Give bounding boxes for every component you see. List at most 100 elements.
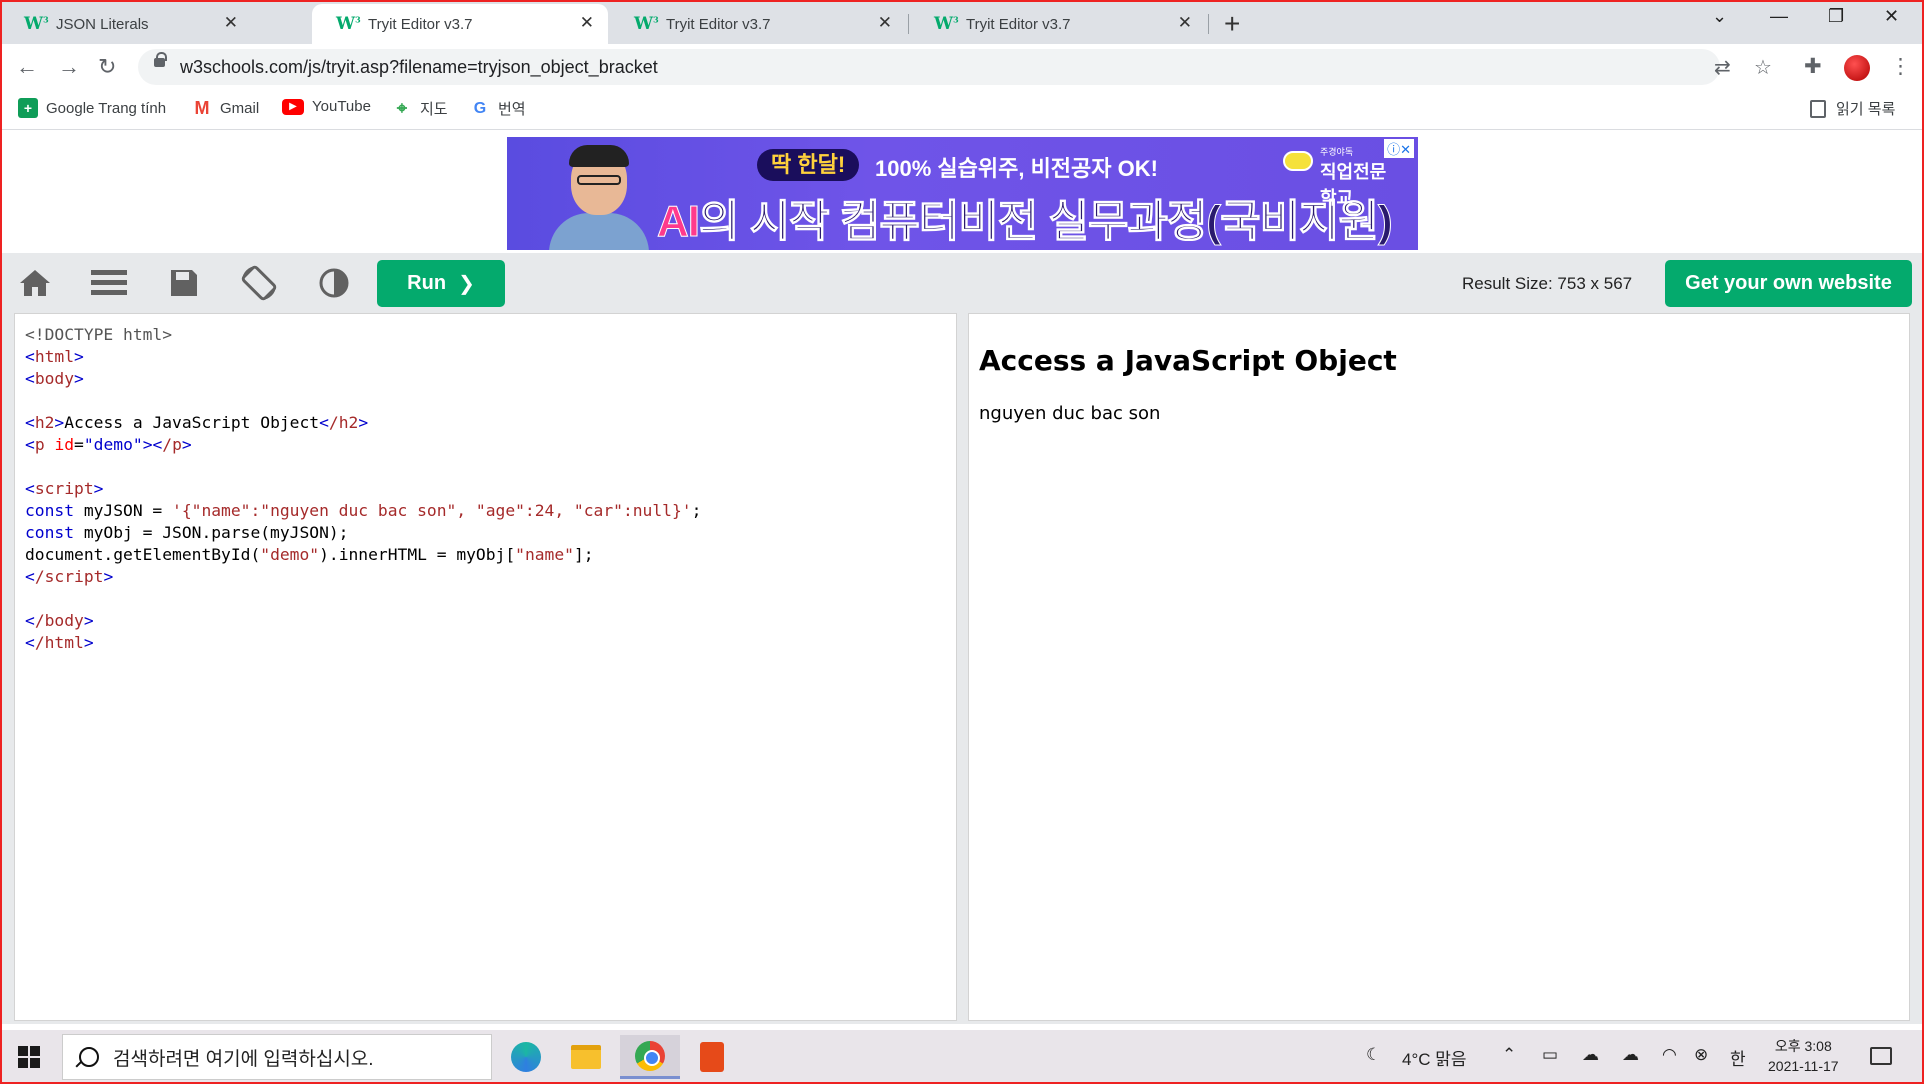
rotate-layout-icon[interactable] (239, 263, 279, 303)
chevron-up-icon[interactable]: ⌃ (1502, 1045, 1516, 1065)
get-own-website-button[interactable]: Get your own website (1665, 260, 1912, 307)
save-icon[interactable] (164, 263, 204, 303)
ad-banner[interactable]: 딱 한달! 100% 실습위주, 비전공자 OK! AI의 시작 컴퓨터비전 실… (507, 137, 1418, 250)
tab-tryit-2[interactable]: W3 Tryit Editor v3.7 ✕ (610, 4, 906, 44)
folder-icon (571, 1045, 601, 1069)
code-line: const myObj = JSON.parse(myJSON); (25, 523, 349, 542)
theme-contrast-icon[interactable] (314, 263, 354, 303)
translate-page-icon[interactable]: ⇄ (1714, 55, 1731, 80)
home-icon[interactable] (15, 263, 55, 303)
tab-separator (908, 14, 909, 34)
taskbar-search[interactable]: 검색하려면 여기에 입력하십시오. (62, 1034, 492, 1080)
window-close-icon[interactable]: ✕ (1884, 6, 1899, 27)
ad-area: 딱 한달! 100% 실습위주, 비전공자 OK! AI의 시작 컴퓨터비전 실… (0, 131, 1924, 253)
taskbar-edge[interactable] (496, 1035, 556, 1079)
minimize-icon[interactable]: — (1770, 6, 1788, 27)
w3schools-icon: W3 (336, 14, 361, 34)
close-icon[interactable]: ✕ (580, 13, 594, 33)
notification-icon[interactable] (1870, 1047, 1892, 1065)
bookmark-label: 지도 (420, 101, 448, 118)
code-line: document.getElementById("demo").innerHTM… (25, 545, 594, 564)
tab-title: Tryit Editor v3.7 (966, 15, 1071, 33)
code-line: <h2>Access a JavaScript Object</h2> (25, 413, 369, 432)
ad-person-image (549, 145, 649, 250)
menu-icon[interactable] (89, 263, 129, 303)
taskbar-file-explorer[interactable] (556, 1035, 616, 1079)
translate-icon: G (473, 99, 487, 117)
sheets-icon: + (18, 98, 38, 118)
chrome-icon (635, 1040, 665, 1071)
close-icon[interactable]: ✕ (224, 13, 238, 33)
moon-weather-icon[interactable]: ☾ (1366, 1045, 1381, 1065)
editor-panes: <!DOCTYPE html> <html> <body> <h2>Access… (0, 313, 1924, 1024)
back-icon[interactable]: ← (16, 54, 38, 80)
tab-json-literals[interactable]: W3 JSON Literals ✕ (0, 4, 252, 44)
close-icon[interactable]: ✕ (1178, 13, 1192, 33)
code-line: const myJSON = '{"name":"nguyen duc bac … (25, 501, 702, 520)
bookmark-maps[interactable]: ⌖ 지도 (392, 98, 448, 119)
reading-list-icon (1810, 99, 1826, 118)
bookmark-label: Gmail (220, 99, 260, 117)
clock[interactable]: 오후 3:08 2021-11-17 (1768, 1036, 1839, 1076)
tab-title: Tryit Editor v3.7 (666, 15, 771, 33)
taskbar-chrome[interactable] (620, 1035, 680, 1079)
network-icon[interactable]: ◠ (1662, 1045, 1677, 1065)
bookmark-youtube[interactable]: ▶ YouTube (282, 98, 371, 115)
tryit-toolbar: Run ❯ Result Size: 753 x 567 Get your ow… (0, 253, 1924, 313)
code-editor[interactable]: <!DOCTYPE html> <html> <body> <h2>Access… (14, 313, 957, 1021)
bookmark-label: YouTube (312, 98, 371, 115)
w3schools-icon: W3 (634, 14, 659, 34)
tab-tryit-3[interactable]: W3 Tryit Editor v3.7 ✕ (910, 4, 1206, 44)
menu-dots-icon[interactable]: ⋮ (1890, 54, 1911, 79)
ad-pill: 딱 한달! (757, 149, 860, 181)
bookmark-google-sheets[interactable]: + Google Trang tính (18, 98, 166, 118)
lock-icon[interactable] (154, 52, 167, 67)
code-line: <p id="demo"></p> (25, 435, 192, 454)
youtube-icon: ▶ (282, 98, 304, 115)
bookmark-label: Google Trang tính (46, 99, 167, 117)
bookmark-gmail[interactable]: M Gmail (192, 98, 260, 118)
w3schools-icon: W3 (24, 14, 49, 34)
profile-avatar[interactable] (1844, 55, 1870, 81)
battery-icon[interactable]: ▭ (1542, 1045, 1558, 1065)
clock-date: 2021-11-17 (1768, 1058, 1839, 1074)
reload-icon[interactable]: ↻ (98, 54, 116, 80)
tab-strip: W3 JSON Literals ✕ W3 Tryit Editor v3.7 … (0, 0, 1924, 44)
w3schools-icon: W3 (934, 14, 959, 34)
reading-list[interactable]: 읽기 목록 (1810, 98, 1895, 119)
bookmark-star-icon[interactable]: ☆ (1754, 55, 1772, 80)
result-frame[interactable]: Access a JavaScript Object nguyen duc ba… (968, 313, 1910, 1021)
windows-start-icon[interactable] (18, 1046, 40, 1068)
close-icon[interactable]: ✕ (878, 13, 892, 33)
code-line: <body> (25, 369, 84, 388)
windows-taskbar: 검색하려면 여기에 입력하십시오. ☾ 4°C 맑음 ⌃ ▭ ☁ ☁ ◠ ⊗ 한… (0, 1030, 1924, 1084)
result-paragraph: nguyen duc bac son (979, 403, 1161, 424)
address-bar[interactable]: w3schools.com/js/tryit.asp?filename=tryj… (138, 49, 1772, 85)
forward-icon[interactable]: → (58, 54, 80, 80)
code-line: </body> (25, 611, 94, 630)
tab-search-chevron-icon[interactable]: ⌄ (1712, 6, 1727, 27)
ime-indicator[interactable]: 한 (1730, 1045, 1746, 1070)
onedrive-sync-icon[interactable]: ☁ (1582, 1045, 1599, 1065)
bookmark-label: 번역 (498, 101, 526, 118)
restore-icon[interactable]: ❐ (1828, 6, 1844, 27)
extensions-icon[interactable]: ✚ (1804, 54, 1822, 79)
run-button[interactable]: Run ❯ (377, 260, 505, 307)
result-heading: Access a JavaScript Object (979, 344, 1397, 377)
url-text[interactable]: w3schools.com/js/tryit.asp?filename=tryj… (180, 57, 658, 78)
taskbar-office[interactable] (682, 1035, 742, 1079)
bookmark-translate[interactable]: G 번역 (470, 98, 526, 119)
ad-subtitle: 100% 실습위주, 비전공자 OK! (875, 156, 1158, 181)
tab-tryit-active[interactable]: W3 Tryit Editor v3.7 ✕ (312, 4, 608, 44)
reading-list-label: 읽기 목록 (1836, 101, 1896, 118)
volume-muted-icon[interactable]: ⊗ (1694, 1045, 1708, 1065)
maps-icon: ⌖ (396, 98, 408, 118)
weather-text[interactable]: 4°C 맑음 (1402, 1045, 1467, 1070)
new-tab-icon[interactable]: + (1224, 8, 1240, 40)
edge-icon (511, 1042, 541, 1072)
onedrive-icon[interactable]: ☁ (1622, 1045, 1639, 1065)
ad-choices-icon[interactable]: ⓘ✕ (1384, 139, 1414, 158)
browser-toolbar: ← → ↻ w3schools.com/js/tryit.asp?filenam… (0, 44, 1924, 90)
bookmarks-bar: + Google Trang tính M Gmail ▶ YouTube ⌖ … (0, 90, 1924, 130)
